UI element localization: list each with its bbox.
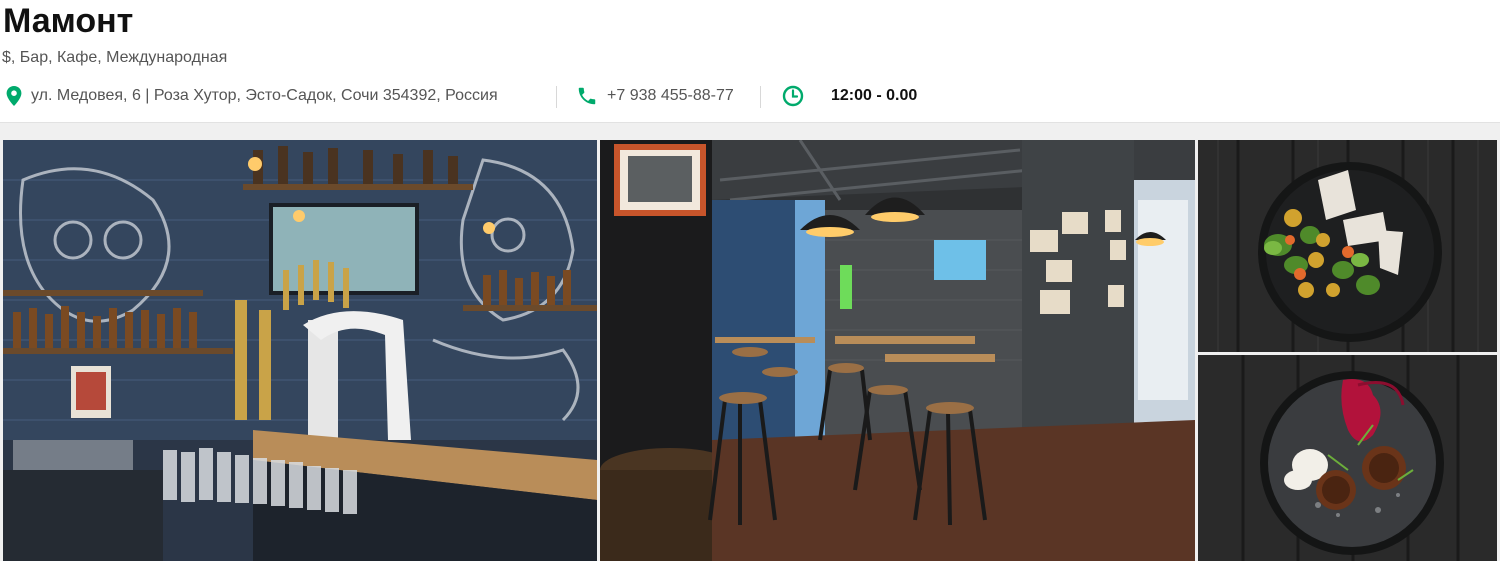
clock-icon [782, 85, 804, 107]
map-pin-icon [6, 86, 22, 106]
interior-photo[interactable] [600, 140, 1195, 561]
divider [760, 86, 761, 108]
photo-gallery [0, 123, 1500, 561]
opening-hours: 12:00 - 0.00 [831, 87, 918, 104]
bar-counter-photo[interactable] [3, 140, 597, 561]
restaurant-header: Мамонт $, Бар, Кафе, Международная ул. М… [0, 0, 1500, 122]
salad-dish-photo[interactable] [1198, 140, 1497, 352]
restaurant-name: Мамонт [3, 2, 134, 40]
divider [556, 86, 557, 108]
contact-info-row: ул. Медовея, 6 | Роза Хутор, Эсто-Садок,… [0, 80, 1500, 112]
address-link[interactable]: ул. Медовея, 6 | Роза Хутор, Эсто-Садок,… [6, 80, 498, 112]
restaurant-categories: $, Бар, Кафе, Международная [2, 49, 228, 66]
dessert-dish-photo[interactable] [1198, 355, 1497, 561]
phone-number: +7 938 455-88-77 [607, 87, 734, 104]
address-text: ул. Медовея, 6 | Роза Хутор, Эсто-Садок,… [31, 87, 498, 104]
hours-info[interactable]: 12:00 - 0.00 [782, 80, 917, 112]
phone-icon [576, 85, 598, 107]
phone-link[interactable]: +7 938 455-88-77 [576, 80, 734, 112]
